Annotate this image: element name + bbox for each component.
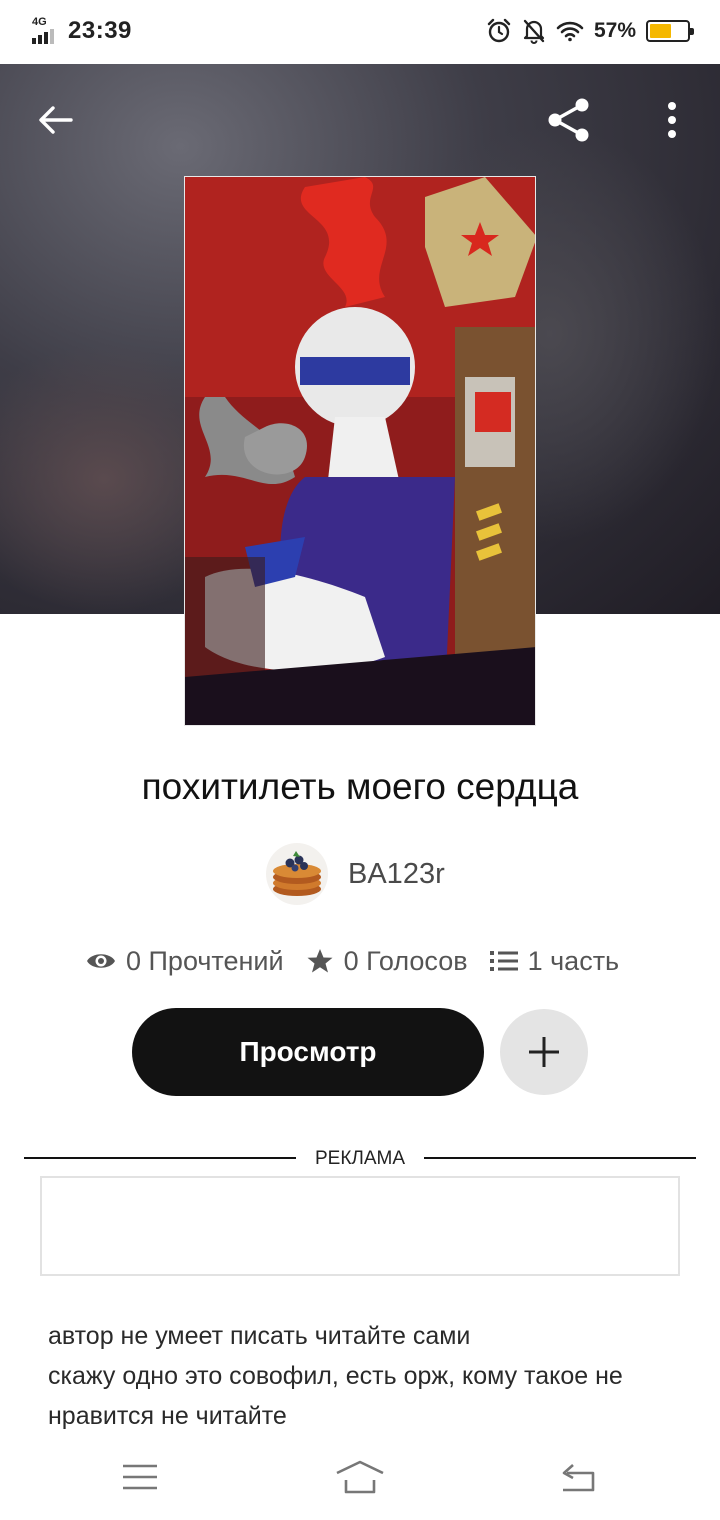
battery-percent: 57%	[593, 19, 636, 42]
share-icon	[548, 98, 589, 142]
wifi-icon	[556, 21, 584, 42]
battery-level	[650, 24, 671, 38]
cover-artwork	[185, 177, 535, 725]
view-button[interactable]: Просмотр	[132, 1008, 484, 1096]
ad-label: РЕКЛАМА	[314, 1148, 406, 1169]
more-vertical-icon	[668, 102, 676, 138]
reads-stat: 0 Прочтений	[86, 946, 284, 977]
story-cover-image[interactable]	[184, 176, 536, 726]
description-line: автор не умеет писать читайте сами	[48, 1322, 471, 1350]
story-stats: 0 Прочтений 0 Голосов 1 часть	[86, 938, 641, 984]
share-button[interactable]	[540, 92, 596, 148]
status-left: 4G 23:39	[30, 16, 132, 46]
add-to-library-button[interactable]	[500, 1009, 588, 1095]
list-icon	[489, 951, 518, 971]
ad-placeholder[interactable]	[40, 1176, 680, 1276]
author-link[interactable]: BA123r	[266, 842, 445, 906]
parts-stat: 1 часть	[489, 945, 620, 977]
ad-divider: РЕКЛАМА	[24, 1146, 696, 1170]
reads-count: 0 Прочтений	[126, 945, 284, 976]
status-right: 57%	[486, 18, 694, 44]
votes-stat: 0 Голосов	[306, 946, 468, 977]
parts-count: 1 часть	[527, 945, 620, 976]
bell-off-icon	[523, 19, 545, 44]
back-button[interactable]	[30, 94, 82, 146]
more-button[interactable]	[650, 92, 694, 148]
clock: 23:39	[68, 17, 132, 44]
nav-menu-button[interactable]	[110, 1452, 170, 1502]
status-bar: 4G 23:39 57%	[0, 0, 720, 64]
story-title: похитилеть моего сердца	[141, 766, 579, 807]
votes-count: 0 Голосов	[343, 945, 468, 976]
nav-home-button[interactable]	[330, 1452, 390, 1502]
signal-icon: 4G	[30, 16, 60, 46]
description-line: скажу одно это совофил, есть орж, кому т…	[48, 1362, 623, 1430]
star-icon	[307, 949, 333, 973]
back-icon	[562, 1464, 595, 1492]
menu-icon	[123, 1464, 157, 1490]
home-icon	[336, 1460, 384, 1494]
story-description: автор не умеет писать читайте сами скажу…	[48, 1316, 688, 1436]
avatar[interactable]	[266, 843, 328, 905]
plus-icon	[529, 1037, 559, 1067]
eye-icon	[87, 954, 115, 968]
nav-back-button[interactable]	[548, 1452, 608, 1502]
arrow-left-icon	[39, 106, 73, 134]
network-type: 4G	[32, 16, 47, 28]
system-nav-bar	[0, 1438, 720, 1520]
author-name[interactable]: BA123r	[348, 858, 445, 891]
alarm-icon	[487, 18, 511, 43]
battery-icon	[646, 20, 694, 42]
